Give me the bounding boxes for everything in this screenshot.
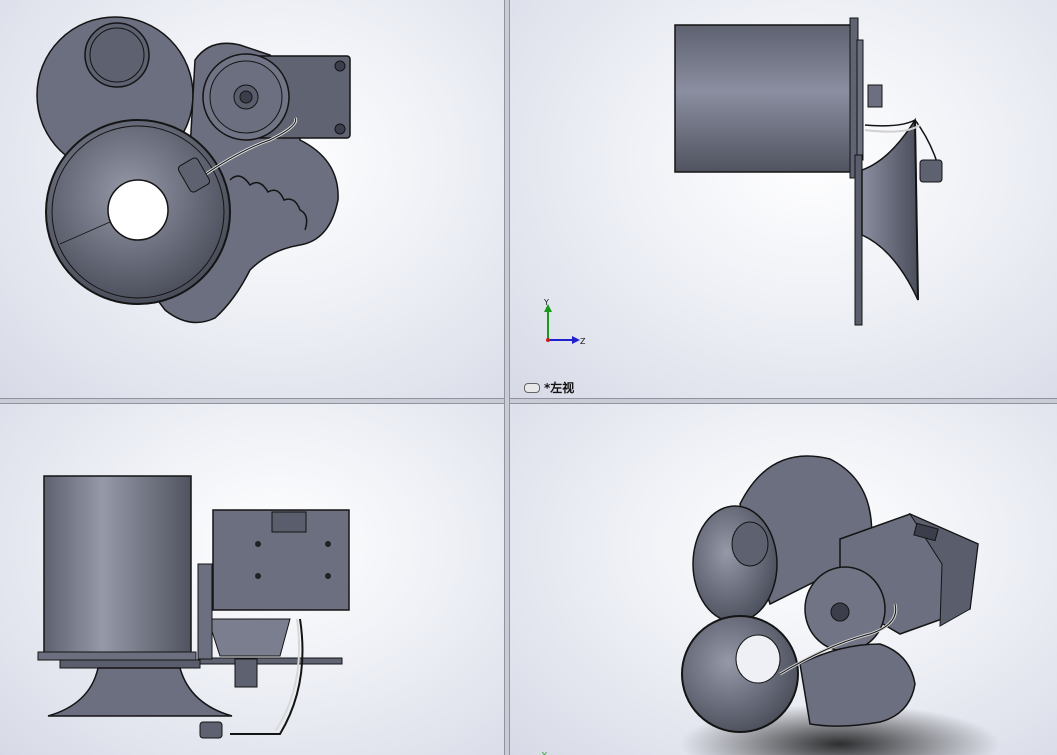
view-name-label: *左视 [524, 379, 574, 396]
viewport-left[interactable]: Y Z *左视 [510, 0, 1057, 398]
front-view-model [36, 16, 351, 324]
viewport-front[interactable] [0, 0, 504, 398]
top-view-model [37, 475, 350, 739]
isometric-view-model [680, 455, 1000, 755]
link-view-icon[interactable] [524, 382, 540, 393]
triad-z-label: Z [580, 337, 586, 346]
viewport-top[interactable] [0, 404, 504, 755]
coordinate-triad: Y Z [543, 298, 586, 346]
left-view-model [674, 17, 943, 326]
view-name-text: *左视 [544, 381, 575, 395]
triad-y-label-iso: Y [541, 751, 547, 755]
viewport-isometric[interactable]: Y [510, 404, 1057, 755]
coordinate-triad-isometric: Y [541, 751, 547, 755]
triad-y-label: Y [543, 298, 549, 307]
